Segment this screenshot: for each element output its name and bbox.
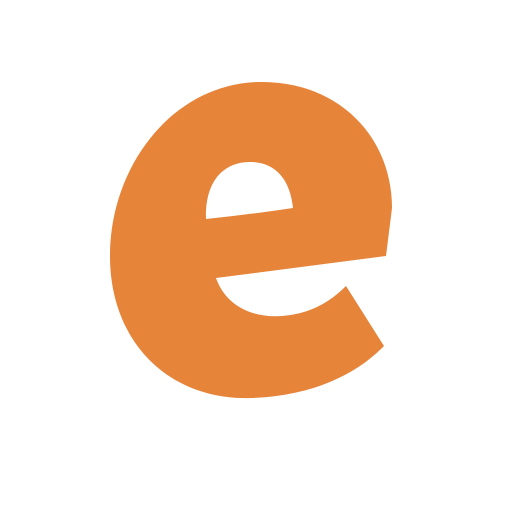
logo-canvas: [0, 0, 512, 512]
letter-e-logo-icon: [110, 82, 392, 399]
letter-e-shape: [110, 82, 392, 399]
